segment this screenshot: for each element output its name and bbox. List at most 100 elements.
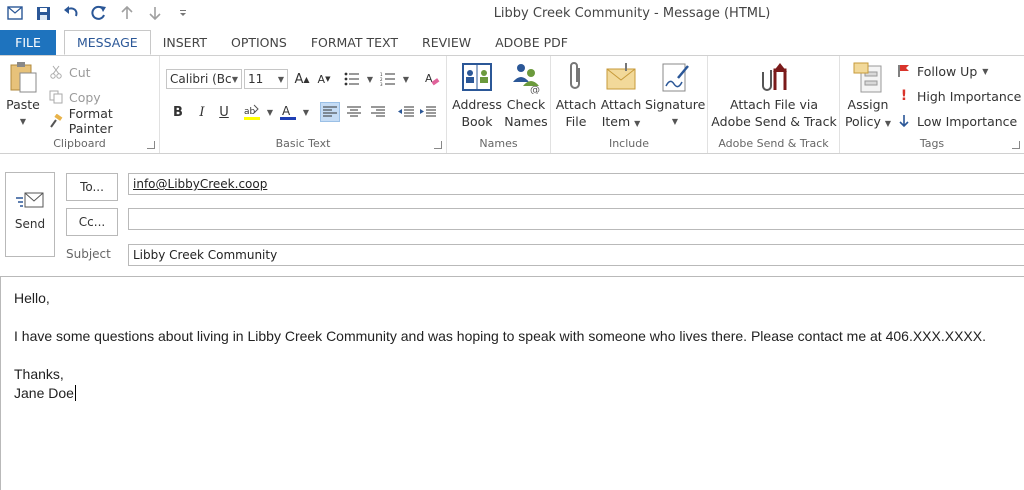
attach-item-dropdown-icon[interactable]: ▼ (634, 119, 640, 128)
cut-button[interactable]: Cut (48, 62, 91, 82)
send-button[interactable]: Send (5, 172, 55, 257)
bullets-dropdown-icon[interactable]: ▼ (360, 69, 380, 89)
align-left-icon[interactable] (320, 102, 340, 122)
signature-icon (662, 63, 689, 92)
ribbon: Paste ▼ Cut Copy Format Painter Clipboar… (0, 55, 1024, 154)
font-color-dropdown-icon[interactable]: ▼ (296, 102, 316, 122)
paste-label: Paste (6, 97, 40, 112)
basic-text-launcher-icon[interactable] (434, 141, 442, 149)
assign-policy-dropdown-icon[interactable]: ▼ (885, 119, 891, 128)
signature-dropdown-icon[interactable]: ▼ (645, 113, 705, 130)
assign-policy-button[interactable]: Assign Policy ▼ (844, 60, 892, 132)
to-field[interactable]: info@LibbyCreek.coop (128, 173, 1024, 195)
bold-icon[interactable]: B (168, 102, 188, 122)
align-center-icon[interactable] (344, 102, 364, 122)
check-names-label-2: Names (504, 114, 548, 129)
to-recipient[interactable]: info@LibbyCreek.coop (133, 177, 267, 191)
attach-file-button[interactable]: Attach File (554, 60, 598, 130)
follow-up-button[interactable]: Follow Up ▼ (896, 61, 988, 81)
font-color-icon[interactable]: A (278, 102, 298, 122)
tab-options[interactable]: OPTIONS (219, 30, 299, 55)
to-button[interactable]: To... (66, 173, 118, 201)
svg-text:@: @ (530, 85, 540, 94)
group-adobe-send-track: Attach File via Adobe Send & Track Adobe… (708, 56, 840, 153)
clear-formatting-icon[interactable]: A (422, 69, 442, 89)
tab-file[interactable]: FILE (0, 30, 56, 55)
paintbrush-icon (48, 113, 64, 129)
svg-text:A: A (425, 72, 433, 85)
clipboard-launcher-icon[interactable] (147, 141, 155, 149)
underline-icon[interactable]: U (214, 102, 234, 122)
decrease-indent-icon[interactable] (396, 102, 416, 122)
tab-adobe-pdf[interactable]: ADOBE PDF (483, 30, 580, 55)
format-painter-button[interactable]: Format Painter (48, 106, 159, 136)
adobe-button-label-2: Adobe Send & Track (711, 114, 837, 129)
tab-message[interactable]: MESSAGE (64, 30, 151, 55)
numbering-dropdown-icon[interactable]: ▼ (396, 69, 416, 89)
attach-item-label-2: Item (601, 114, 631, 129)
high-importance-button[interactable]: ! High Importance (896, 86, 1022, 106)
body-line-main: I have some questions about living in Li… (14, 328, 986, 344)
numbering-icon[interactable]: 123 (378, 69, 398, 89)
attach-file-label-1: Attach (555, 97, 597, 112)
address-book-button[interactable]: Address Book (451, 60, 503, 130)
flag-icon (896, 63, 912, 79)
body-line-signature: Jane Doe (14, 384, 986, 403)
align-right-icon[interactable] (368, 102, 388, 122)
svg-text:3: 3 (380, 82, 383, 86)
tab-review[interactable]: REVIEW (410, 30, 483, 55)
cc-field[interactable] (128, 208, 1024, 230)
svg-text:ab: ab (244, 107, 256, 117)
subject-field[interactable]: Libby Creek Community (128, 244, 1024, 266)
cut-label: Cut (69, 64, 91, 80)
attach-item-label-2-row: Item ▼ (599, 113, 643, 132)
copy-button[interactable]: Copy (48, 87, 101, 107)
message-body[interactable]: Hello, I have some questions about livin… (0, 276, 1024, 490)
font-size-dropdown-icon: ▼ (277, 74, 284, 84)
font-size-select[interactable]: 11 ▼ (244, 69, 288, 89)
tab-insert[interactable]: INSERT (151, 30, 219, 55)
increase-indent-icon[interactable] (418, 102, 438, 122)
format-painter-label: Format Painter (68, 106, 113, 136)
cc-button[interactable]: Cc... (66, 208, 118, 236)
body-line-greeting: Hello, (14, 290, 50, 306)
signature-button[interactable]: Signature ▼ (645, 60, 705, 130)
check-names-button[interactable]: @ Check Names (503, 60, 549, 130)
font-name-select[interactable]: Calibri (Bc ▼ (166, 69, 242, 89)
group-clipboard: Paste ▼ Cut Copy Format Painter Clipboar… (0, 56, 160, 153)
group-basic-text: Calibri (Bc ▼ 11 ▼ A ▲ A ▼ ▼ 123 ▼ A B I U a… (160, 56, 447, 153)
tags-launcher-icon[interactable] (1012, 141, 1020, 149)
exclamation-icon: ! (900, 88, 908, 104)
down-arrow-importance-icon (896, 113, 912, 129)
paste-dropdown-icon[interactable]: ▼ (4, 113, 42, 130)
assign-policy-label-2: Policy (844, 114, 881, 129)
message-body-text[interactable]: Hello, I have some questions about livin… (14, 289, 986, 403)
window-title: Libby Creek Community - Message (HTML) (493, 6, 771, 21)
bullets-icon[interactable] (342, 69, 362, 89)
paperclip-icon (570, 62, 580, 89)
italic-icon[interactable]: I (192, 102, 212, 122)
address-book-label-2: Book (461, 114, 493, 129)
attach-file-via-adobe-button[interactable]: Attach File via Adobe Send & Track (710, 60, 838, 130)
subject-label: Subject (66, 247, 111, 261)
tab-format-text[interactable]: FORMAT TEXT (299, 30, 410, 55)
assign-policy-label-2-row: Policy ▼ (844, 113, 892, 132)
title-bar: Libby Creek Community - Message (HTML) (0, 0, 1024, 30)
grow-font-icon[interactable]: A ▲ (292, 69, 312, 89)
low-importance-button[interactable]: Low Importance (896, 111, 1017, 131)
highlight-icon[interactable]: ab (242, 102, 262, 122)
signature-label: Signature (645, 97, 706, 112)
address-book-label-1: Address (452, 97, 502, 112)
check-names-label-1: Check (506, 97, 546, 112)
body-line-thanks: Thanks, (14, 366, 64, 382)
attach-item-button[interactable]: Attach Item ▼ (599, 60, 643, 132)
paste-button[interactable]: Paste ▼ (4, 60, 42, 130)
font-name-dropdown-icon: ▼ (231, 74, 238, 84)
envelope-icon (606, 63, 636, 90)
text-cursor (74, 385, 76, 401)
clipboard-group-label: Clipboard (53, 137, 106, 150)
svg-text:A: A (282, 104, 291, 118)
shrink-font-icon[interactable]: A ▼ (314, 69, 334, 89)
assign-policy-label-1: Assign (847, 97, 889, 112)
highlight-dropdown-icon[interactable]: ▼ (260, 102, 280, 122)
